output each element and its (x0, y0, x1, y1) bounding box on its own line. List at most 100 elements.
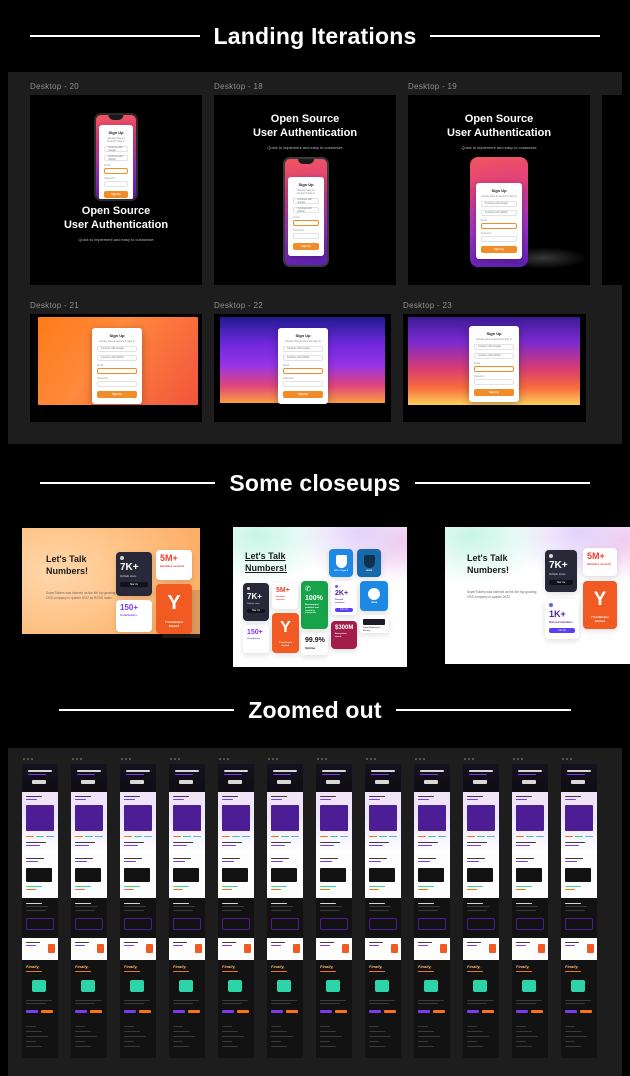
page-thumbnail[interactable]: Finally, (512, 764, 548, 1058)
thumb-line (369, 861, 381, 863)
closeup-card-1[interactable]: Let's Talk Numbers! SuperTokens was inde… (0, 522, 200, 672)
email-field[interactable] (480, 222, 518, 229)
thumb-line (173, 886, 189, 888)
signup-button[interactable]: Sign Up (283, 390, 323, 398)
thumb-line (173, 889, 183, 891)
zoomed-page-column[interactable]: Finally, (22, 758, 58, 1058)
signup-button[interactable]: Sign Up (480, 245, 518, 253)
password-field[interactable] (480, 235, 518, 242)
page-thumbnail[interactable]: Finally, (218, 764, 254, 1058)
zoomed-page-column[interactable]: Finally, (267, 758, 303, 1058)
finally-heading: Finally, (271, 964, 285, 969)
oauth-google-button[interactable]: Continue with Google (283, 345, 323, 352)
thumb-line (565, 942, 579, 944)
email-field[interactable] (283, 367, 323, 374)
oauth-github-button[interactable]: Continue with GitHub (104, 154, 128, 161)
oauth-github-button[interactable]: Continue with GitHub (97, 354, 137, 361)
page-thumbnail[interactable]: Finally, (561, 764, 597, 1058)
thumb-line (467, 906, 489, 908)
thumb-line (173, 903, 189, 905)
stat-cta[interactable]: Star Us (549, 579, 573, 585)
closeup-card-3[interactable]: Let's Talk Numbers! SuperTokens was inde… (440, 522, 630, 672)
zoomed-page-column[interactable]: Finally, (218, 758, 254, 1058)
page-thumbnail[interactable]: Finally, (267, 764, 303, 1058)
email-field[interactable] (293, 219, 319, 226)
password-field[interactable] (293, 232, 319, 239)
oauth-github-button[interactable]: Continue with GitHub (474, 352, 514, 359)
thumb-line (173, 799, 184, 801)
closeups-gallery: Let's Talk Numbers! SuperTokens was inde… (0, 522, 630, 672)
oauth-google-button[interactable]: Continue with Google (104, 145, 128, 152)
finally-heading: Finally, (26, 964, 40, 969)
zoomed-page-column[interactable]: Finally, (463, 758, 499, 1058)
zoomed-page-column[interactable]: Finally, (120, 758, 156, 1058)
thumb-line (41, 1010, 53, 1013)
thumb-line (322, 773, 340, 776)
email-field[interactable] (474, 365, 514, 372)
stat-cta[interactable]: Star Us (247, 608, 265, 613)
password-field[interactable] (283, 380, 323, 387)
page-thumbnail[interactable]: Finally, (120, 764, 156, 1058)
badge-label: Today Showing #3 Startup (363, 627, 381, 632)
page-thumbnail[interactable]: Finally, (414, 764, 450, 1058)
oauth-github-button[interactable]: Continue with GitHub (283, 354, 323, 361)
stat-cta[interactable]: Join Us (549, 627, 575, 633)
frame-desktop-20[interactable]: Desktop - 20 Sign Up Already have an acc… (30, 82, 202, 285)
stat-value: 150+ (120, 603, 139, 612)
zoomed-page-column[interactable]: Finally, (365, 758, 401, 1058)
password-field[interactable] (474, 378, 514, 385)
page-thumbnail[interactable]: Finally, (169, 764, 205, 1058)
oauth-google-button[interactable]: Continue with Google (293, 197, 319, 204)
signup-button[interactable]: Sign Up (293, 242, 319, 250)
signup-subtitle: Already have an account? Sign In (297, 188, 315, 195)
oauth-google-button[interactable]: Continue with Google (474, 343, 514, 350)
frame-label: Desktop - 22 (214, 301, 263, 310)
shield-icon (335, 555, 347, 568)
frame-desktop-22[interactable]: Desktop - 22 Sign Up Already have an acc… (214, 301, 391, 422)
page-thumbnail[interactable]: Finally, (365, 764, 401, 1058)
teal-logo-tile (32, 980, 46, 992)
thumb-testimonial-band (414, 898, 450, 938)
thumb-line (26, 903, 42, 905)
frame-desktop-21[interactable]: Desktop - 21 Sign Up Already have an acc… (30, 301, 202, 422)
password-field[interactable] (97, 380, 137, 387)
oauth-github-button[interactable]: Continue with GitHub (293, 206, 319, 213)
signup-button[interactable]: Sign Up (104, 190, 128, 198)
thumb-line (271, 1046, 287, 1048)
zoomed-page-column[interactable]: Finally, (512, 758, 548, 1058)
landing-iterations-board: Desktop - 20 Sign Up Already have an acc… (8, 72, 622, 444)
zoomed-page-column[interactable]: Finally, (169, 758, 205, 1058)
frame-partial-clipped[interactable] (602, 82, 622, 285)
zoomed-page-column[interactable]: Finally, (561, 758, 597, 1058)
stat-cta[interactable]: Join Us (335, 607, 353, 612)
thumb-promo-band (561, 938, 597, 960)
oauth-google-button[interactable]: Continue with Google (480, 200, 518, 207)
frame-desktop-19[interactable]: Desktop - 19 Open Source User Authentica… (408, 82, 590, 285)
thumb-footer-band (22, 1022, 58, 1058)
zoomed-page-column[interactable]: Finally, (316, 758, 352, 1058)
email-field[interactable] (97, 367, 137, 374)
page-thumbnail[interactable]: Finally, (463, 764, 499, 1058)
page-thumbnail[interactable]: Finally, (316, 764, 352, 1058)
frame-desktop-23[interactable]: Desktop - 23 Sign Up Already have an acc… (403, 301, 586, 422)
thumb-line (173, 1041, 183, 1043)
zoomed-page-column[interactable]: Finally, (414, 758, 450, 1058)
stat-cta[interactable]: Star Us (120, 581, 148, 587)
page-thumbnail[interactable]: Finally, (71, 764, 107, 1058)
signup-button[interactable]: Sign Up (97, 390, 137, 398)
thumb-line (467, 910, 487, 912)
password-field[interactable] (104, 180, 128, 187)
thumb-line (124, 1046, 140, 1048)
thumb-line (75, 1031, 91, 1033)
email-field[interactable] (104, 167, 128, 174)
signup-button[interactable]: Sign Up (474, 388, 514, 396)
thumb-footer-band (316, 1022, 352, 1058)
oauth-github-button[interactable]: Continue with GitHub (480, 209, 518, 216)
closeup-card-2[interactable]: Let's Talk Numbers! SOC 2 Type II GDPR 7… (230, 522, 410, 672)
thumb-testimonial-band (316, 898, 352, 938)
page-thumbnail[interactable]: Finally, (22, 764, 58, 1058)
oauth-google-button[interactable]: Continue with Google (97, 345, 137, 352)
thumb-line (183, 836, 191, 838)
zoomed-page-column[interactable]: Finally, (71, 758, 107, 1058)
frame-desktop-18[interactable]: Desktop - 18 Open Source User Authentica… (214, 82, 396, 285)
